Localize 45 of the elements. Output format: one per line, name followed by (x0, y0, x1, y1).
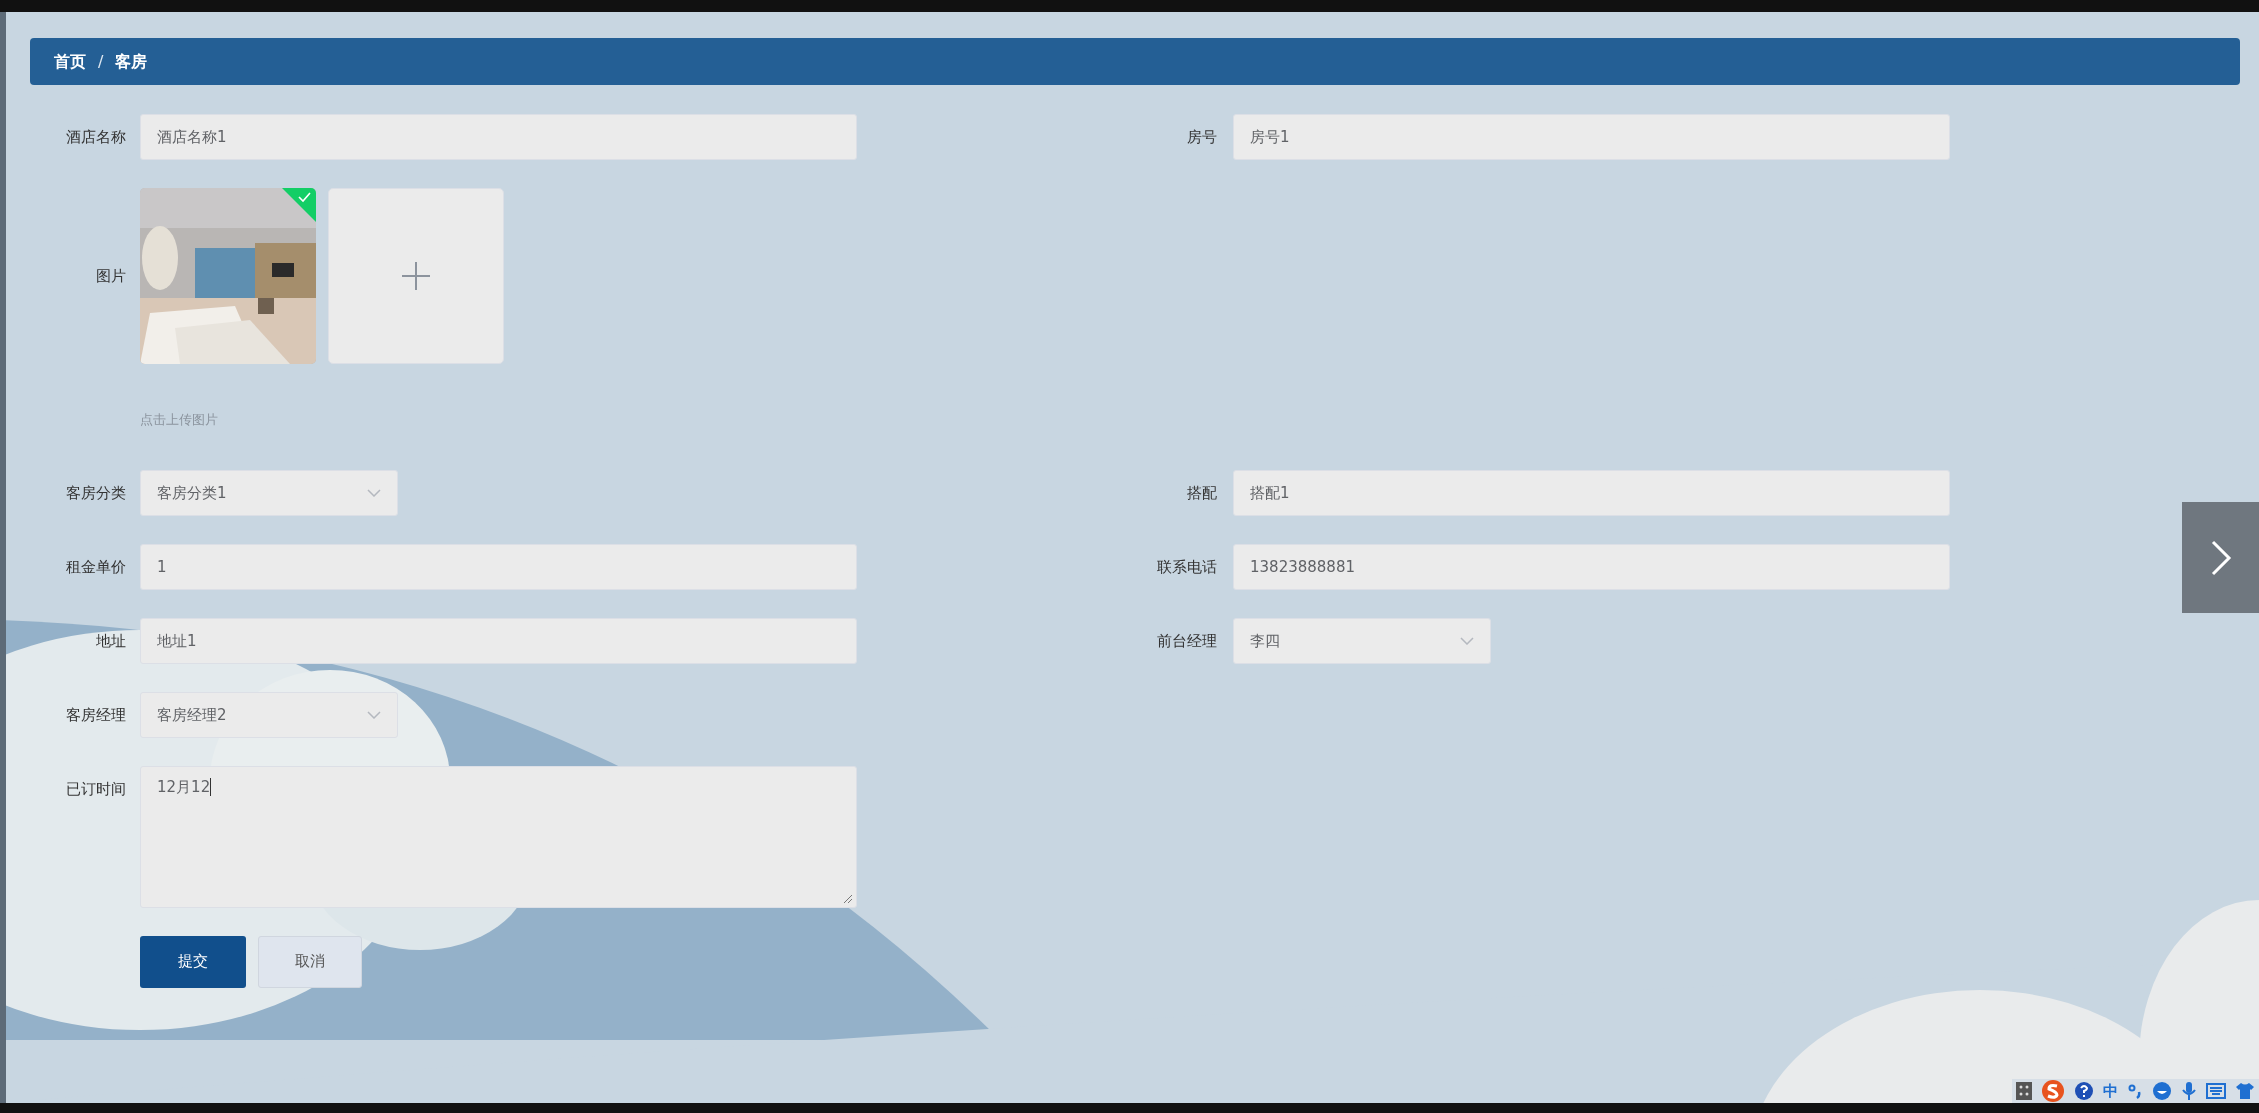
field-label: 客房分类 (65, 482, 126, 504)
field-label: 租金单价 (65, 556, 126, 578)
microphone-icon[interactable] (2181, 1081, 2197, 1101)
select-value: 李四 (1250, 630, 1280, 652)
breadcrumb-item[interactable]: 首页 (54, 49, 86, 74)
shirt-icon[interactable] (2235, 1082, 2255, 1100)
submit-button[interactable]: 提交 (140, 935, 246, 988)
select-field[interactable]: 客房经理2 (140, 691, 398, 738)
input-field[interactable]: 房号1 (1233, 114, 1950, 160)
breadcrumb-separator: / (98, 50, 104, 73)
resize-handle-icon (843, 893, 853, 904)
help-icon[interactable] (2074, 1081, 2094, 1101)
field-label: 已订时间 (65, 778, 126, 800)
field-label: 酒店名称 (65, 127, 126, 148)
chevron-down-icon (367, 488, 381, 497)
keyboard-grid-icon[interactable] (2016, 1082, 2032, 1100)
textarea-value: 12月12 (157, 777, 211, 796)
field-label: 地址 (95, 630, 126, 652)
select-field[interactable]: 李四 (1233, 617, 1491, 664)
chevron-down-icon (367, 710, 381, 719)
field-label: 房号 (1186, 127, 1217, 148)
field-label: 图片 (95, 266, 126, 287)
textarea-field[interactable]: 12月12 (140, 765, 857, 908)
punctuation-icon[interactable] (2127, 1083, 2143, 1099)
field-label: 客房经理 (65, 704, 126, 726)
chevron-down-icon (1460, 636, 1474, 645)
input-field[interactable]: 1 (140, 543, 857, 590)
field-label: 前台经理 (1156, 630, 1217, 652)
input-method-logo-icon[interactable] (2041, 1080, 2065, 1102)
input-field[interactable]: 13823888881 (1233, 543, 1950, 590)
select-field[interactable]: 客房分类1 (140, 469, 398, 516)
upload-hint: 点击上传图片 (140, 411, 219, 429)
cancel-button[interactable]: 取消 (258, 935, 362, 988)
field-label: 联系电话 (1156, 556, 1217, 578)
keyboard-icon[interactable] (2206, 1083, 2226, 1099)
input-mode-toggle[interactable]: 中 (2103, 1079, 2118, 1103)
smiley-icon[interactable] (2152, 1081, 2172, 1101)
field-label: 搭配 (1186, 482, 1217, 504)
input-field[interactable]: 酒店名称1 (140, 114, 857, 160)
plus-icon (401, 261, 431, 291)
breadcrumb-item[interactable]: 客房 (115, 49, 148, 74)
input-field[interactable]: 地址1 (140, 617, 857, 664)
select-value: 客房分类1 (157, 482, 227, 504)
input-field[interactable]: 搭配1 (1233, 469, 1950, 516)
select-value: 客房经理2 (157, 704, 227, 726)
